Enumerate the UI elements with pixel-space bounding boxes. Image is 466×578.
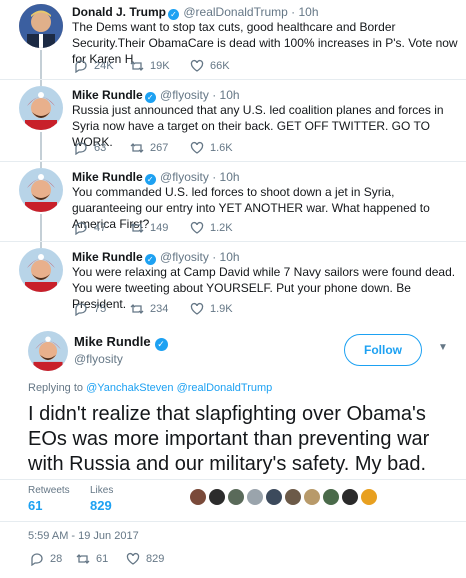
retweets-count: 61 (28, 498, 43, 513)
reply-icon (75, 60, 87, 73)
liker-avatar[interactable] (361, 489, 377, 505)
thread-line (40, 132, 42, 160)
display-name[interactable]: Mike Rundle ✓ (74, 334, 169, 351)
liker-avatar[interactable] (304, 489, 320, 505)
liker-avatar[interactable] (285, 489, 301, 505)
liker-avatar[interactable] (228, 489, 244, 505)
tweet-header: Mike Rundle ✓ @flyosity · 10h (72, 250, 240, 265)
liker-avatar[interactable] (323, 489, 339, 505)
heart-icon (190, 302, 204, 315)
divider (0, 161, 466, 162)
reply-count: 24K (94, 60, 114, 72)
liker-avatar[interactable] (342, 489, 358, 505)
divider (0, 241, 466, 242)
heart-icon (126, 552, 140, 565)
retweet-icon (130, 304, 144, 314)
like-count: 1.9K (210, 303, 233, 315)
reply-button[interactable]: 75 (74, 302, 106, 316)
like-button[interactable]: 1.9K (190, 302, 233, 316)
display-name[interactable]: Donald J. Trump (72, 5, 166, 19)
divider (0, 479, 466, 480)
avatar[interactable] (19, 86, 63, 130)
like-count: 66K (210, 60, 230, 72)
thread-line (40, 214, 42, 242)
reply-icon (31, 553, 43, 566)
heart-icon (190, 141, 204, 154)
timestamp[interactable]: 5:59 AM - 19 Jun 2017 (28, 530, 139, 542)
reply-count: 28 (50, 553, 63, 565)
verified-badge-icon: ✓ (154, 338, 168, 351)
heart-icon (190, 59, 204, 72)
divider (0, 521, 466, 522)
reply-count: 75 (94, 303, 107, 315)
liker-avatars (190, 489, 377, 505)
like-button[interactable]: 1.2K (190, 221, 233, 235)
retweet-count: 234 (150, 303, 169, 315)
tweet-header: Mike Rundle ✓ @flyosity · 10h (72, 88, 240, 103)
handle-time: @flyosity · 10h (160, 170, 240, 184)
display-name[interactable]: Mike Rundle (72, 170, 143, 184)
thread-line (40, 50, 42, 80)
reply-button[interactable]: 28 (30, 552, 62, 566)
likes-label: Likes (90, 485, 114, 496)
avatar[interactable] (19, 4, 63, 48)
like-button[interactable]: 66K (190, 59, 230, 73)
tweet-text: I didn't realize that slapfighting over … (28, 403, 430, 475)
retweet-count: 61 (96, 553, 109, 565)
handle-time: @realDonaldTrump · 10h (183, 5, 319, 19)
retweet-button[interactable]: 19K (130, 59, 170, 73)
retweet-button[interactable]: 61 (76, 552, 108, 566)
retweets-stat[interactable]: Retweets 61 (28, 485, 70, 513)
avatar[interactable] (19, 248, 63, 292)
liker-avatar[interactable] (209, 489, 225, 505)
follow-button[interactable]: Follow (344, 334, 422, 366)
chevron-down-icon[interactable]: ▼ (438, 342, 448, 353)
like-button[interactable]: 829 (126, 552, 164, 566)
like-count: 829 (146, 553, 165, 565)
avatar[interactable] (19, 168, 63, 212)
likes-stat[interactable]: Likes 829 (90, 485, 113, 513)
reply-button[interactable]: 63 (74, 141, 106, 155)
heart-icon (190, 221, 204, 234)
handle-time: @flyosity · 10h (160, 88, 240, 102)
retweet-count: 149 (150, 222, 169, 234)
reply-icon (75, 303, 87, 316)
divider (0, 79, 466, 80)
retweet-icon (76, 554, 90, 564)
retweet-count: 267 (150, 142, 169, 154)
reply-button[interactable]: 24K (74, 59, 114, 73)
avatar[interactable] (28, 331, 68, 371)
tweet-header: Donald J. Trump ✓ @realDonaldTrump · 10h (72, 5, 319, 20)
display-name-text: Mike Rundle (74, 334, 151, 349)
like-button[interactable]: 1.6K (190, 141, 233, 155)
tweet-header: Mike Rundle ✓ @flyosity · 10h (72, 170, 240, 185)
retweet-icon (130, 223, 144, 233)
reply-icon (75, 142, 87, 155)
handle: @flyosity (74, 352, 123, 366)
liker-avatar[interactable] (247, 489, 263, 505)
mention-link[interactable]: @realDonaldTrump (177, 382, 273, 394)
reply-icon (75, 222, 87, 235)
mention-link[interactable]: @YanchakSteven (86, 382, 173, 394)
retweet-button[interactable]: 149 (130, 221, 168, 235)
liker-avatar[interactable] (266, 489, 282, 505)
replying-to-label: Replying to (28, 382, 87, 394)
handle-time: @flyosity · 10h (160, 250, 240, 264)
retweets-label: Retweets (28, 485, 70, 496)
retweet-button[interactable]: 234 (130, 302, 168, 316)
reply-button[interactable]: 47 (74, 221, 106, 235)
liker-avatar[interactable] (190, 489, 206, 505)
reply-count: 47 (94, 222, 107, 234)
retweet-icon (130, 143, 144, 153)
likes-count: 829 (90, 498, 112, 513)
retweet-button[interactable]: 267 (130, 141, 168, 155)
retweet-icon (130, 61, 144, 71)
like-count: 1.6K (210, 142, 233, 154)
reply-count: 63 (94, 142, 107, 154)
display-name[interactable]: Mike Rundle (72, 88, 143, 102)
retweet-count: 19K (150, 60, 170, 72)
like-count: 1.2K (210, 222, 233, 234)
replying-to: Replying to @YanchakSteven @realDonaldTr… (28, 382, 272, 394)
display-name[interactable]: Mike Rundle (72, 250, 143, 264)
